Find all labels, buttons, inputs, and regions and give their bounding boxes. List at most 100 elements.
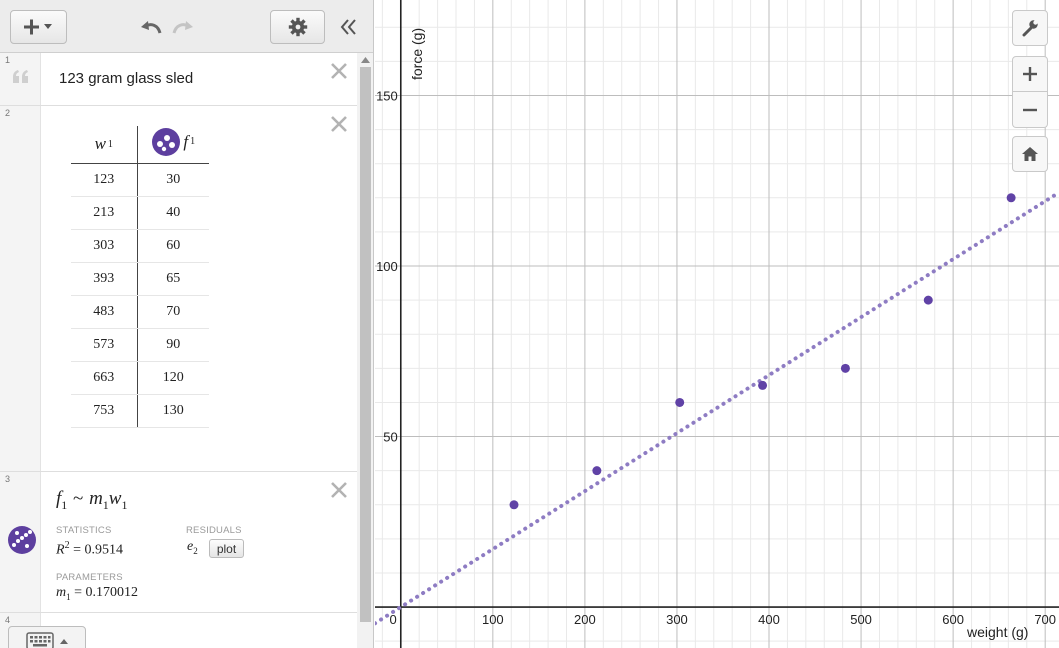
caret-up-icon	[60, 639, 68, 644]
expression-number: 4	[5, 615, 11, 625]
expression-panel: 1 123 gram glass sled 2 w1 f 1 123 30 21…	[0, 0, 374, 648]
column-header-f1[interactable]: f1	[137, 126, 209, 164]
scatter-points-icon[interactable]	[151, 127, 181, 157]
redo-icon	[172, 21, 193, 34]
expression-scrollbar[interactable]	[357, 53, 373, 648]
scroll-up-arrow-icon[interactable]	[361, 57, 370, 63]
delete-expression-icon[interactable]	[330, 481, 348, 499]
y-axis-label: force (g)	[409, 28, 425, 80]
residuals-label: RESIDUALS	[186, 525, 242, 536]
expression-gutter: 1	[0, 53, 41, 105]
default-view-button[interactable]	[1012, 136, 1048, 172]
data-point	[675, 397, 685, 407]
data-point	[840, 363, 850, 373]
regression-formula[interactable]: f1 ~ m1w1	[56, 488, 127, 513]
table-row[interactable]: 483 70	[71, 295, 209, 329]
scatter-points-icon[interactable]	[7, 525, 37, 555]
data-point	[758, 380, 768, 390]
double-chevron-left-icon	[340, 19, 356, 35]
table-cell-w1[interactable]: 663	[71, 361, 138, 395]
x-tick-label: 300	[666, 612, 688, 627]
table-cell-f1[interactable]: 60	[137, 229, 209, 263]
minus-icon	[1023, 108, 1037, 111]
undo-button[interactable]	[136, 12, 166, 42]
expression-regression[interactable]: 3 f1 ~ m1w1 STATISTICS R2 = 0.9514 RESID…	[0, 472, 357, 613]
expression-number: 3	[5, 474, 11, 484]
table-cell-w1[interactable]: 123	[71, 163, 138, 197]
table-row[interactable]: 213 40	[71, 196, 209, 230]
table-row[interactable]: 303 60	[71, 229, 209, 263]
data-point	[592, 466, 602, 476]
expression-gutter: 3	[0, 472, 41, 612]
table-cell-f1[interactable]: 130	[137, 394, 209, 428]
expression-number: 2	[5, 108, 11, 118]
plot-residuals-button[interactable]: plot	[209, 539, 244, 558]
table-row[interactable]: 123 30	[71, 163, 209, 197]
wrench-icon	[1022, 20, 1038, 37]
keyboard-toggle-button[interactable]	[8, 626, 86, 648]
table-cell-w1[interactable]: 753	[71, 394, 138, 428]
delete-expression-icon[interactable]	[330, 115, 348, 133]
data-point	[923, 295, 933, 305]
table-cell-w1[interactable]: 573	[71, 328, 138, 362]
graph-settings-wrench-button[interactable]	[1012, 10, 1048, 46]
table-cell-f1[interactable]: 65	[137, 262, 209, 296]
table-cell-w1[interactable]: 393	[71, 262, 138, 296]
expression-number: 1	[5, 55, 11, 65]
data-table[interactable]: w1 f1 123 30 213 40 303 60 393 65 483 70…	[71, 126, 209, 428]
table-cell-f1[interactable]: 30	[137, 163, 209, 197]
scrollbar-thumb[interactable]	[360, 67, 371, 622]
r-squared-value: R2 = 0.9514	[56, 540, 123, 558]
redo-button[interactable]	[168, 12, 198, 42]
table-row[interactable]: 393 65	[71, 262, 209, 296]
table-cell-w1[interactable]: 303	[71, 229, 138, 263]
expression-note[interactable]: 1 123 gram glass sled	[0, 53, 357, 106]
y-tick-label: 150	[376, 88, 398, 103]
delete-expression-icon[interactable]	[330, 62, 348, 80]
table-cell-f1[interactable]: 40	[137, 196, 209, 230]
graph-canvas[interactable]: 0 100 200 300 400 500 600 700 50 100 150 weight (g…	[375, 0, 1059, 648]
x-tick-label: 700	[1034, 612, 1056, 627]
expression-toolbar	[0, 0, 373, 53]
expression-list: 1 123 gram glass sled 2 w1 f 1 123 30 21…	[0, 53, 357, 648]
x-tick-label: 100	[482, 612, 504, 627]
x-tick-label: 400	[758, 612, 780, 627]
residual-variable: e2	[187, 539, 198, 556]
zoom-in-button[interactable]	[1012, 56, 1048, 92]
table-cell-f1[interactable]: 90	[137, 328, 209, 362]
expression-gutter: 2	[0, 106, 41, 471]
y-tick-label: 100	[376, 259, 398, 274]
quote-icon	[13, 70, 28, 83]
table-cell-f1[interactable]: 70	[137, 295, 209, 329]
table-cell-w1[interactable]: 213	[71, 196, 138, 230]
x-tick-label: 600	[942, 612, 964, 627]
note-text[interactable]: 123 gram glass sled	[59, 70, 193, 87]
x-tick-label: 0	[390, 612, 397, 627]
zoom-out-button[interactable]	[1012, 92, 1048, 128]
home-icon	[1022, 147, 1038, 161]
x-tick-label: 200	[574, 612, 596, 627]
add-item-button[interactable]	[10, 10, 67, 44]
table-row[interactable]: 573 90	[71, 328, 209, 362]
data-point	[1006, 193, 1016, 203]
parameter-m1-value: m1 = 0.170012	[56, 585, 139, 602]
parameters-label: PARAMETERS	[56, 572, 123, 583]
x-axis-label: weight (g)	[966, 624, 1028, 640]
gear-icon	[288, 17, 307, 37]
collapse-panel-button[interactable]	[334, 12, 364, 42]
table-cell-f1[interactable]: 120	[137, 361, 209, 395]
x-tick-label: 500	[850, 612, 872, 627]
table-cell-w1[interactable]: 483	[71, 295, 138, 329]
undo-icon	[141, 21, 162, 34]
data-point	[509, 500, 519, 510]
graph-settings-button[interactable]	[270, 10, 325, 44]
plus-caret-icon	[23, 19, 52, 35]
keyboard-icon	[26, 632, 54, 648]
expression-table[interactable]: 2 w1 f 1 123 30 213 40 303 60 393 65 483…	[0, 106, 357, 472]
plus-icon	[1023, 67, 1037, 81]
table-row[interactable]: 663 120	[71, 361, 209, 395]
column-header-w1[interactable]: w1	[71, 126, 138, 164]
table-row[interactable]: 753 130	[71, 394, 209, 428]
y-tick-label: 50	[383, 430, 397, 445]
statistics-label: STATISTICS	[56, 525, 112, 536]
